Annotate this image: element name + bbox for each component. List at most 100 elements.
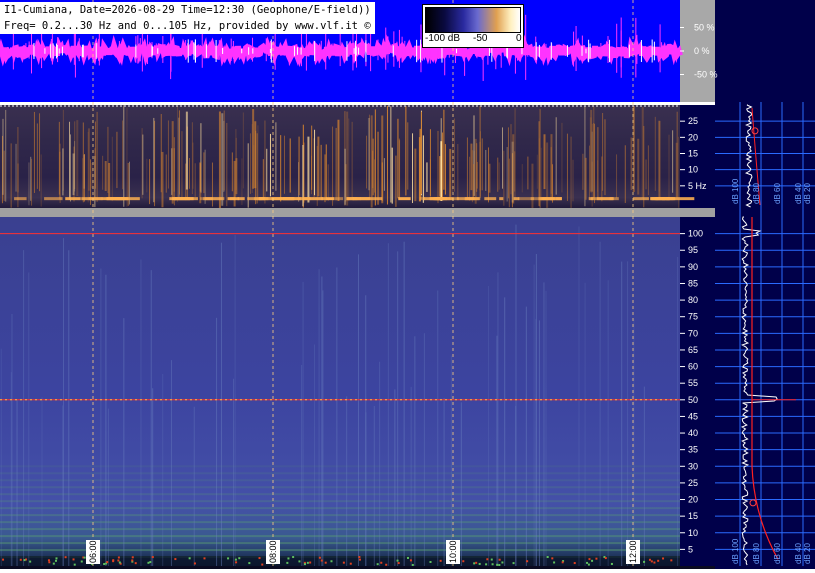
high-spectro-low-dark [0, 556, 680, 566]
profile-top-bg [715, 0, 815, 102]
time-label: 06:00 [88, 540, 98, 563]
high-spectro-speckle [2, 558, 5, 561]
profile-x-tick: dB 40 [794, 183, 803, 204]
high-spectro-speckle [553, 561, 556, 564]
low-tick-label: 5 Hz [688, 181, 707, 191]
high-spectro-speckle [286, 561, 289, 564]
high-spectro-speckle [52, 562, 55, 565]
high-spectro-speckle [118, 561, 121, 564]
high-spectro-speckle [610, 562, 613, 565]
high-spectro-speckle [227, 557, 230, 560]
low-spectro-band [590, 197, 613, 201]
high-spectro-speckle [248, 562, 251, 565]
high-tick-label: 55 [688, 378, 698, 388]
high-spectro-speckle [429, 560, 432, 563]
high-tick-label: 45 [688, 411, 698, 421]
low-spectro-band [518, 197, 535, 201]
high-spectro-band [0, 514, 680, 517]
high-spectro-speckle [662, 557, 665, 560]
high-spectro-speckle [486, 558, 489, 561]
high-tick-label: 15 [688, 511, 698, 521]
low-spectro-band [673, 197, 695, 201]
colorbar: -100 dB -50 0 [422, 4, 524, 48]
high-spectro-speckle [80, 560, 83, 563]
colorbar-gradient [425, 7, 521, 33]
high-spectro-speckle [103, 563, 106, 566]
high-spectro-speckle [54, 559, 57, 562]
high-spectro-speckle [670, 559, 673, 562]
high-spectro-speckle [47, 559, 50, 562]
high-tick-label: 25 [688, 478, 698, 488]
time-label: 12:00 [628, 540, 638, 563]
high-spectro-speckle [406, 556, 409, 559]
high-spectro-speckle [112, 559, 115, 562]
high-spectro-speckle [134, 562, 137, 565]
profile-x-tick: dB 80 [752, 183, 761, 204]
high-spectro-speckle [349, 562, 352, 565]
profile-x-tick: dB 80 [752, 543, 761, 564]
low-tick-label: 15 [688, 149, 698, 159]
high-spectro-speckle [19, 558, 22, 561]
high-spectro-speckle [324, 561, 327, 564]
title-line-2: Freq= 0.2...30 Hz and 0...105 Hz, provid… [0, 18, 375, 34]
high-spectro-speckle [561, 561, 564, 564]
high-spectro-speckle [501, 561, 504, 564]
high-spectro-speckle [473, 562, 476, 565]
high-tick-label: 65 [688, 345, 698, 355]
high-spectro-speckle [409, 559, 412, 562]
high-tick-label: 10 [688, 528, 698, 538]
high-spectro-speckle [653, 561, 656, 564]
high-spectro-speckle [588, 558, 591, 561]
time-label: 08:00 [268, 540, 278, 563]
high-spectro-speckle [131, 556, 134, 559]
low-spectro-band [465, 197, 475, 201]
high-spectro-speckle [491, 563, 494, 566]
high-spectro-speckle [48, 561, 51, 564]
high-spectro-speckle [23, 559, 26, 562]
plot-canvas: 50 %0 %-50 %252015105 Hz1009590858075706… [0, 0, 815, 569]
profile-x-tick: dB 100 [731, 538, 740, 564]
high-spectro-speckle [342, 561, 345, 564]
high-tick-label: 40 [688, 428, 698, 438]
high-spectro-speckle [478, 562, 481, 565]
high-spectro-band [0, 493, 680, 496]
high-spectro-speckle [292, 556, 295, 559]
time-label: 10:00 [448, 540, 458, 563]
high-spectro-speckle [490, 558, 493, 561]
high-spectro-speckle [380, 561, 383, 564]
high-spectro-band [0, 500, 680, 503]
high-spectro-speckle [587, 563, 590, 566]
high-tick-label: 60 [688, 362, 698, 372]
high-spectro-speckle [591, 559, 594, 562]
low-spectro-band [326, 197, 334, 201]
high-spectro-speckle [485, 563, 488, 566]
high-spectro-speckle [657, 559, 660, 562]
high-spectro-speckle [385, 563, 388, 566]
high-tick-label: 100 [688, 229, 703, 239]
high-spectro-speckle [411, 563, 414, 566]
low-spectro-band [633, 197, 649, 201]
high-spectro-speckle [306, 561, 309, 564]
low-tick-label: 25 [688, 116, 698, 126]
low-spectro-band [65, 197, 81, 201]
high-spectro-speckle [475, 561, 478, 564]
low-spectro-band [229, 197, 236, 201]
separator-1 [0, 102, 715, 105]
high-spectro-speckle [498, 563, 501, 566]
high-spectro-speckle [604, 557, 607, 560]
high-spectro-speckle [147, 561, 150, 564]
high-spectro-speckle [83, 556, 86, 559]
high-spectro-speckle [238, 557, 241, 560]
low-spectro-band [333, 197, 344, 201]
high-spectro-speckle [358, 556, 361, 559]
high-spectro-speckle [358, 558, 361, 561]
amplitude-tick-label: 50 % [694, 23, 715, 33]
low-spectro-band [205, 197, 213, 201]
low-spectro-band [105, 197, 124, 201]
low-spectro-band [398, 197, 411, 201]
low-spectro-band [540, 197, 555, 201]
high-tick-label: 5 [688, 544, 693, 554]
high-spectro-speckle [117, 556, 120, 559]
high-spectro-speckle [498, 558, 501, 561]
high-spectro-speckle [573, 562, 576, 565]
